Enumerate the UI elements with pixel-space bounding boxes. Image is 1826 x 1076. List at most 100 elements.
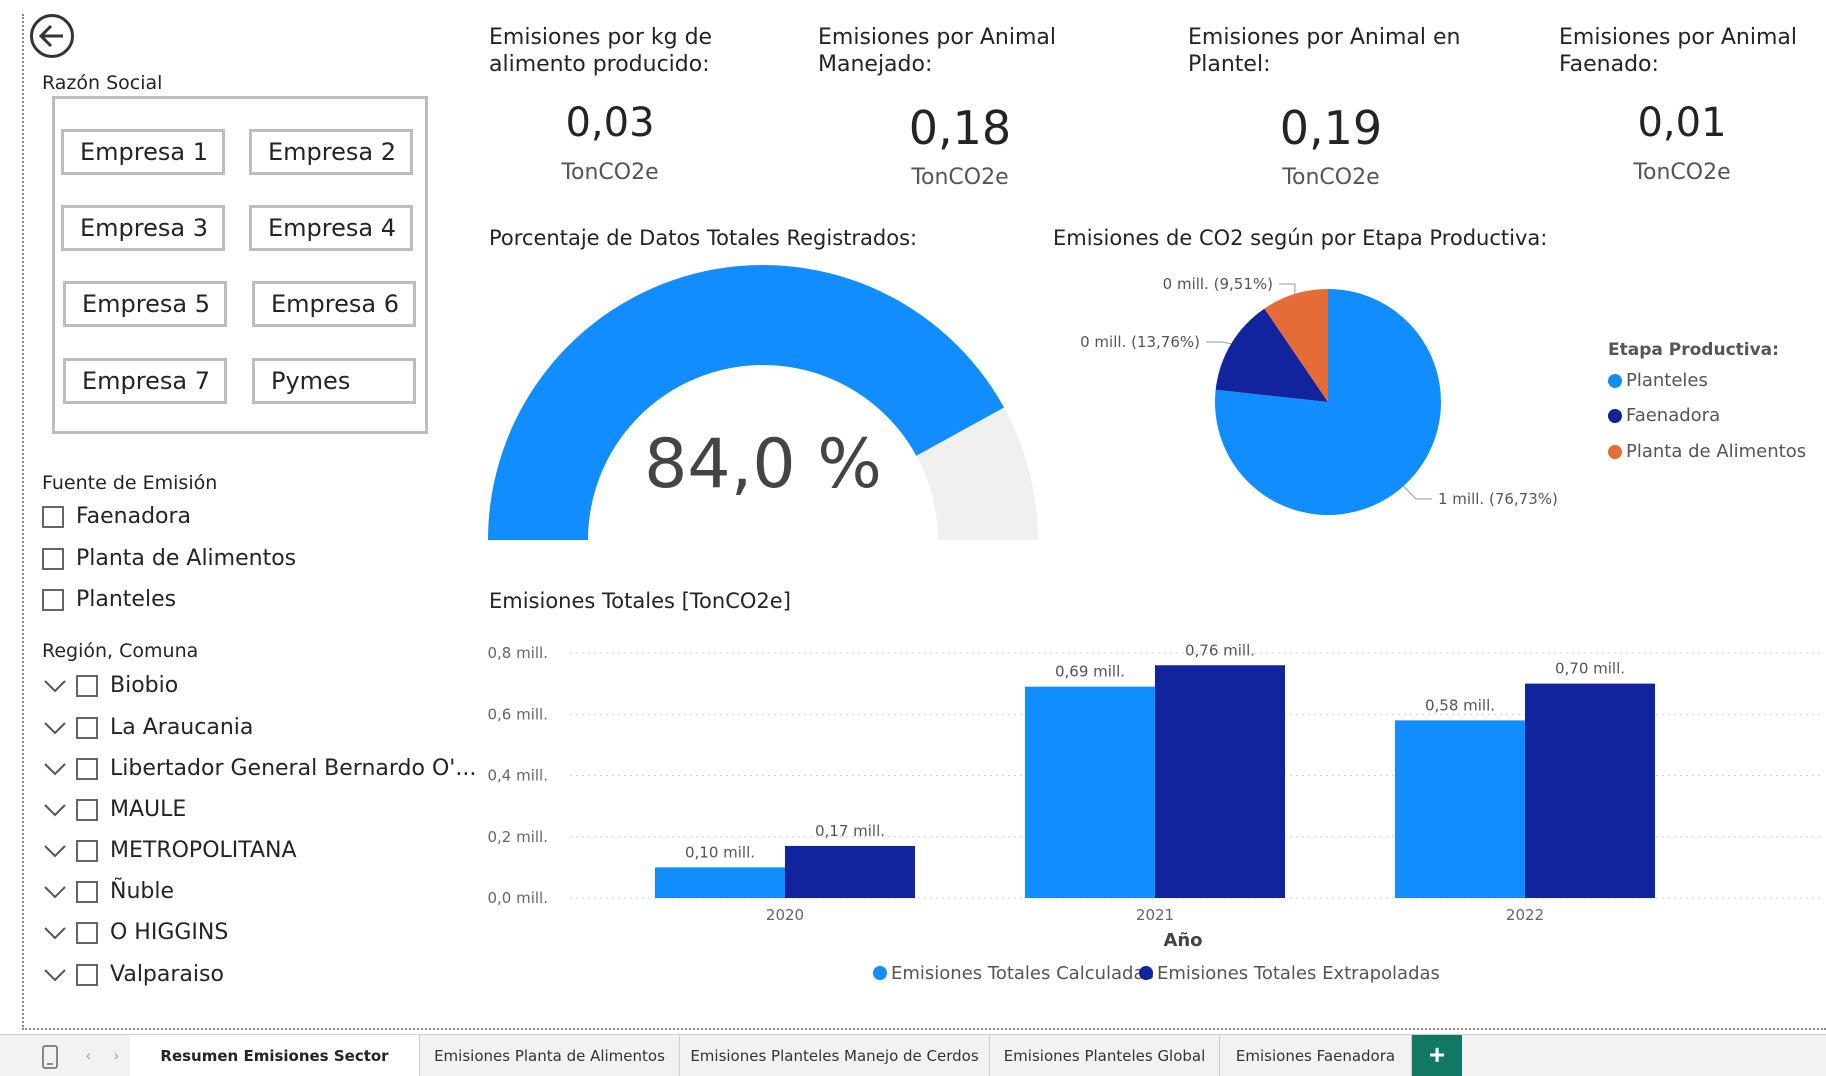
region-item[interactable]: Biobio (42, 673, 178, 698)
kpi-title: Emisiones por Animal en Plantel: (1188, 24, 1460, 78)
bar[interactable] (1155, 665, 1285, 898)
kpi-value: 0,18 (908, 101, 1012, 155)
page-tab-bar: ‹ › Resumen Emisiones Sector Porcino Emi… (0, 1034, 1826, 1076)
checkbox[interactable] (42, 505, 64, 528)
chevron-down-icon[interactable] (42, 840, 68, 862)
bar[interactable] (1395, 720, 1525, 898)
back-button[interactable] (30, 14, 74, 58)
bar[interactable] (1525, 683, 1655, 898)
tab-faenadora[interactable]: Emisiones Faenadora (1220, 1035, 1412, 1076)
tab-planteles-manejo[interactable]: Emisiones Planteles Manejo de Cerdos (680, 1035, 990, 1076)
legend-item-planteles[interactable]: Planteles (1608, 370, 1708, 391)
checkbox[interactable] (76, 716, 98, 739)
pie-leader-line (1403, 485, 1432, 500)
pie-leader-line (1206, 341, 1232, 345)
fuente-item-planteles[interactable]: Planteles (42, 587, 176, 612)
checkbox[interactable] (76, 674, 98, 697)
region-item[interactable]: Valparaiso (42, 962, 224, 987)
checkbox[interactable] (76, 963, 98, 986)
pie-leader-line (1279, 283, 1296, 295)
legend-label: Faenadora (1626, 405, 1721, 426)
mobile-layout-icon[interactable] (42, 1045, 58, 1069)
legend-label: Planta de Alimentos (1626, 441, 1807, 462)
legend-dot (873, 966, 887, 980)
pie-title: Emisiones de CO2 según por Etapa Product… (1053, 226, 1548, 250)
arrow-left-icon (39, 24, 63, 48)
y-tick-label: 0,8 mill. (487, 644, 548, 662)
tab-scroll-right-icon[interactable]: › (114, 1047, 119, 1063)
legend-dot (1608, 373, 1622, 388)
bar-data-label: 0,70 mill. (1555, 660, 1625, 678)
checkbox[interactable] (76, 880, 98, 903)
kpi-title-line: alimento producido: (489, 52, 710, 77)
chevron-down-icon[interactable] (42, 675, 68, 697)
bar-legend-label[interactable]: Emisiones Totales Extrapoladas (1157, 963, 1440, 984)
checkbox[interactable] (76, 798, 98, 821)
checkbox[interactable] (76, 757, 98, 780)
region-item[interactable]: La Araucania (42, 715, 253, 740)
tile-empresa-3[interactable]: Empresa 3 (61, 205, 225, 251)
region-item[interactable]: METROPOLITANA (42, 838, 297, 863)
gauge-visual[interactable]: 84,0 % (480, 255, 1040, 555)
chevron-down-icon[interactable] (42, 717, 68, 739)
tile-empresa-7[interactable]: Empresa 7 (63, 358, 227, 404)
pie-chart[interactable]: 1 mill. (76,73%) 0 mill. (13,76%) 0 mill. … (1040, 260, 1600, 530)
kpi-value: 0,19 (1279, 101, 1383, 155)
add-page-button[interactable]: + (1412, 1035, 1462, 1076)
bar[interactable] (1025, 686, 1155, 898)
tile-empresa-5[interactable]: Empresa 5 (63, 281, 227, 327)
kpi-title: Emisiones por Animal Faenado: (1559, 24, 1797, 78)
kpi-unit: TonCO2e (1282, 165, 1380, 190)
tile-empresa-4[interactable]: Empresa 4 (249, 205, 413, 251)
bar[interactable] (785, 845, 915, 898)
bar-legend-label[interactable]: Emisiones Totales Calculadas (891, 963, 1154, 984)
tile-empresa-6[interactable]: Empresa 6 (252, 281, 416, 327)
fuente-item-planta-alimentos[interactable]: Planta de Alimentos (42, 546, 296, 571)
legend-item-faenadora[interactable]: Faenadora (1608, 405, 1720, 426)
bar-chart[interactable]: 0,0 mill. 0,2 mill. 0,4 mill. 0,6 mill. 0,8 … (480, 620, 1820, 990)
fuente-emision-label: Fuente de Emisión (42, 472, 218, 494)
canvas-border-left (22, 14, 24, 1030)
checkbox[interactable] (76, 921, 98, 944)
fuente-item-faenadora[interactable]: Faenadora (42, 504, 191, 529)
tile-pymes[interactable]: Pymes (252, 358, 416, 404)
tile-empresa-2[interactable]: Empresa 2 (249, 129, 413, 175)
region-item[interactable]: O HIGGINS (42, 920, 228, 945)
checkbox[interactable] (76, 839, 98, 862)
chevron-down-icon[interactable] (42, 758, 68, 780)
y-tick-label: 0,4 mill. (487, 767, 548, 785)
bar[interactable] (655, 867, 785, 898)
pie-data-label: 0 mill. (9,51%) (1163, 275, 1273, 293)
chevron-down-icon[interactable] (42, 922, 68, 944)
fuente-item-label: Planteles (76, 587, 177, 612)
region-item-label: Ñuble (110, 879, 175, 904)
chevron-down-icon[interactable] (42, 881, 68, 903)
chevron-down-icon[interactable] (42, 964, 68, 986)
region-item[interactable]: MAULE (42, 797, 186, 822)
kpi-unit: TonCO2e (561, 160, 659, 185)
pie-data-label: 1 mill. (76,73%) (1438, 490, 1558, 508)
chevron-down-icon[interactable] (42, 799, 68, 821)
x-tick-label: 2021 (1136, 906, 1174, 924)
tab-scroll-left-icon[interactable]: ‹ (86, 1047, 91, 1063)
fuente-item-label: Faenadora (76, 504, 192, 529)
checkbox[interactable] (42, 588, 64, 611)
tab-planteles-global[interactable]: Emisiones Planteles Global (990, 1035, 1220, 1076)
region-comuna-label: Región, Comuna (42, 640, 199, 662)
razon-social-slicer: Empresa 1 Empresa 2 Empresa 3 Empresa 4 … (52, 96, 428, 434)
kpi-title-line: Manejado: (818, 52, 933, 77)
kpi-title-line: Emisiones por Animal (1559, 25, 1798, 50)
y-tick-label: 0,2 mill. (487, 828, 548, 846)
legend-item-planta-alimentos[interactable]: Planta de Alimentos (1608, 441, 1806, 462)
region-item[interactable]: Ñuble (42, 879, 174, 904)
legend-dot (1608, 408, 1622, 423)
tab-planta-alimentos[interactable]: Emisiones Planta de Alimentos (420, 1035, 680, 1076)
tile-empresa-1[interactable]: Empresa 1 (61, 129, 225, 175)
bar-data-label: 0,58 mill. (1425, 696, 1495, 714)
checkbox[interactable] (42, 547, 64, 570)
bar-data-label: 0,69 mill. (1055, 663, 1125, 681)
razon-social-label: Razón Social (42, 72, 163, 94)
region-item[interactable]: Libertador General Bernardo O'... (42, 756, 476, 781)
tab-resumen-emisiones[interactable]: Resumen Emisiones Sector Porcino (130, 1035, 420, 1076)
kpi-title-line: Plantel: (1188, 52, 1271, 77)
